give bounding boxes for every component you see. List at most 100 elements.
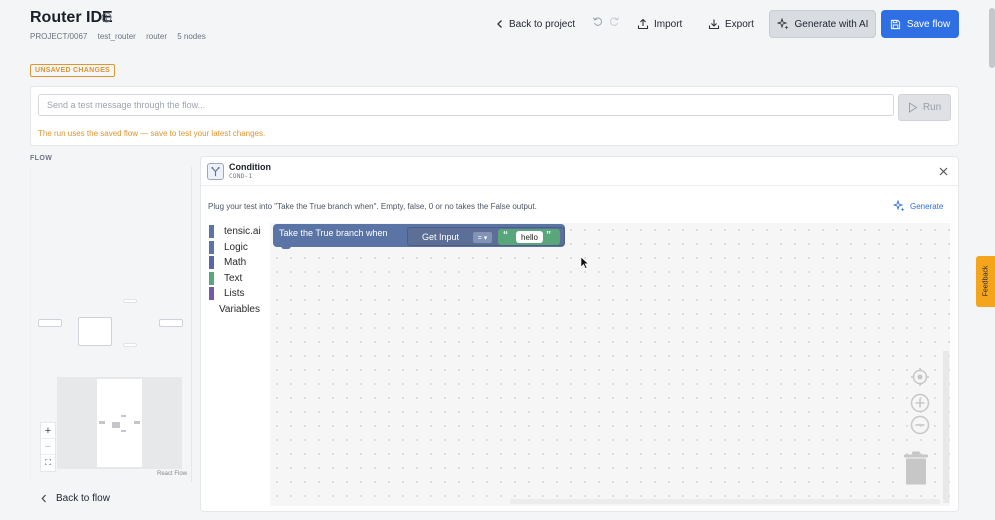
category-color-bar <box>209 256 214 269</box>
condition-title: Condition <box>229 162 271 172</box>
category-color-bar <box>209 287 214 300</box>
flow-node[interactable] <box>159 319 183 327</box>
flow-canvas[interactable]: + − ⛶ React Flow <box>30 167 192 482</box>
info-icon[interactable] <box>101 12 112 23</box>
play-icon <box>908 102 918 113</box>
minimap[interactable] <box>57 377 182 469</box>
redo-icon[interactable] <box>609 16 620 27</box>
react-flow-attribution[interactable]: React Flow <box>157 471 187 477</box>
project-meta: PROJECT/0067 test_router router 5 nodes <box>30 32 214 41</box>
export-button[interactable]: Export <box>708 14 754 34</box>
back-to-project-button[interactable]: Back to project <box>496 14 575 34</box>
trash-icon[interactable] <box>903 451 929 485</box>
flow-node[interactable] <box>38 319 62 327</box>
feedback-tab[interactable]: Feedback <box>976 256 995 307</box>
toolbox-category-label: Math <box>224 257 247 268</box>
export-label: Export <box>725 18 754 30</box>
project-id: PROJECT/0067 <box>30 32 88 41</box>
minimap-node <box>99 421 105 424</box>
toolbox-category-label: Lists <box>224 288 245 299</box>
save-flow-label: Save flow <box>906 18 951 30</box>
flow-section-label: FLOW <box>30 155 53 162</box>
minimap-node <box>121 415 126 417</box>
flow-node-selected[interactable] <box>78 317 112 346</box>
upload-icon <box>637 18 649 30</box>
close-quote: ” <box>546 230 551 241</box>
workspace-horizontal-scrollbar[interactable] <box>510 499 940 504</box>
toolbox-category-label: tensic.ai <box>224 226 261 237</box>
compare-block[interactable]: Get Input = ▾ “ hello ” <box>407 227 565 246</box>
condition-header: Condition COND-1 <box>201 157 958 186</box>
block-workspace[interactable]: Take the True branch when Get Input = ▾ … <box>270 223 950 506</box>
download-icon <box>708 19 720 30</box>
generate-with-ai-label: Generate with AI <box>794 18 869 30</box>
category-color-bar <box>209 272 214 285</box>
run-label: Run <box>922 102 942 113</box>
toolbox-category-label: Text <box>224 273 243 284</box>
test-message-input[interactable] <box>38 94 894 116</box>
workspace-vertical-scrollbar[interactable] <box>943 351 949 503</box>
generate-button[interactable]: Generate <box>893 200 943 212</box>
text-block[interactable]: “ hello ” <box>498 229 560 245</box>
sparkle-icon <box>776 18 789 30</box>
zoom-in-button[interactable]: + <box>41 423 55 439</box>
history-controls <box>592 16 620 27</box>
text-value-field[interactable]: hello <box>516 231 543 243</box>
flow-node[interactable] <box>123 299 137 303</box>
save-icon <box>890 19 900 29</box>
branch-icon <box>207 163 224 180</box>
toolbox-category-text[interactable]: Text <box>209 272 242 285</box>
zoom-out-icon[interactable] <box>910 415 930 435</box>
category-color-bar <box>209 241 214 254</box>
toolbox-category-label: Variables <box>219 304 260 315</box>
test-message-panel: Run The run uses the saved flow — save t… <box>30 86 959 146</box>
unsaved-changes-badge: UNSAVED CHANGES <box>30 64 116 77</box>
condition-id: COND-1 <box>229 173 253 180</box>
operator-dropdown[interactable]: = ▾ <box>473 232 492 243</box>
run-button[interactable]: Run <box>898 94 951 121</box>
toolbox-category-logic[interactable]: Logic <box>209 241 248 254</box>
import-button[interactable]: Import <box>637 14 682 34</box>
import-label: Import <box>654 18 683 30</box>
project-type: router <box>146 32 167 41</box>
block-toolbox: tensic.ai Logic Math Text Lists Variable… <box>206 223 271 505</box>
header: Router IDE PROJECT/0067 test_router rout… <box>0 0 995 60</box>
open-quote: “ <box>503 230 508 241</box>
condition-editor: Condition COND-1 Plug your test into "Ta… <box>200 156 959 512</box>
chevron-left-icon <box>41 494 46 503</box>
minimap-node <box>121 430 126 432</box>
zoom-in-icon[interactable] <box>910 393 930 413</box>
condition-block[interactable]: Take the True branch when Get Input = ▾ … <box>273 224 565 247</box>
toolbox-category-label: Logic <box>224 242 248 253</box>
save-flow-button[interactable]: Save flow <box>881 10 959 38</box>
back-to-flow-button[interactable]: Back to flow <box>41 493 110 504</box>
minimap-node <box>134 421 140 424</box>
chevron-left-icon <box>497 20 502 28</box>
zoom-out-button[interactable]: − <box>41 439 55 455</box>
recenter-icon[interactable] <box>910 367 930 387</box>
generate-with-ai-button[interactable]: Generate with AI <box>769 10 876 38</box>
test-note: The run uses the saved flow — save to te… <box>38 129 266 138</box>
flow-zoom-controls: + − ⛶ <box>40 422 56 472</box>
minimap-node <box>112 422 120 428</box>
node-count: 5 nodes <box>177 32 206 41</box>
feedback-label: Feedback <box>982 265 990 297</box>
close-icon[interactable] <box>937 165 949 177</box>
condition-block-label: Take the True branch when <box>279 228 388 238</box>
back-to-project-label: Back to project <box>509 18 576 30</box>
flow-node[interactable] <box>123 343 137 347</box>
condition-description: Plug your test into "Take the True branc… <box>208 202 537 211</box>
mouse-cursor-icon <box>580 256 589 269</box>
generate-label: Generate <box>910 201 944 211</box>
fit-view-button[interactable]: ⛶ <box>41 455 55 471</box>
toolbox-category-tensic[interactable]: tensic.ai <box>209 225 261 238</box>
page-scrollbar[interactable] <box>989 8 995 68</box>
undo-icon[interactable] <box>592 16 603 27</box>
get-input-label: Get Input <box>422 232 460 242</box>
project-name: test_router <box>97 32 136 41</box>
category-color-bar <box>209 225 214 238</box>
toolbox-category-variables[interactable]: Variables <box>219 303 260 316</box>
toolbox-category-lists[interactable]: Lists <box>209 287 245 300</box>
toolbox-category-math[interactable]: Math <box>209 256 246 269</box>
sparkle-icon <box>893 200 905 212</box>
